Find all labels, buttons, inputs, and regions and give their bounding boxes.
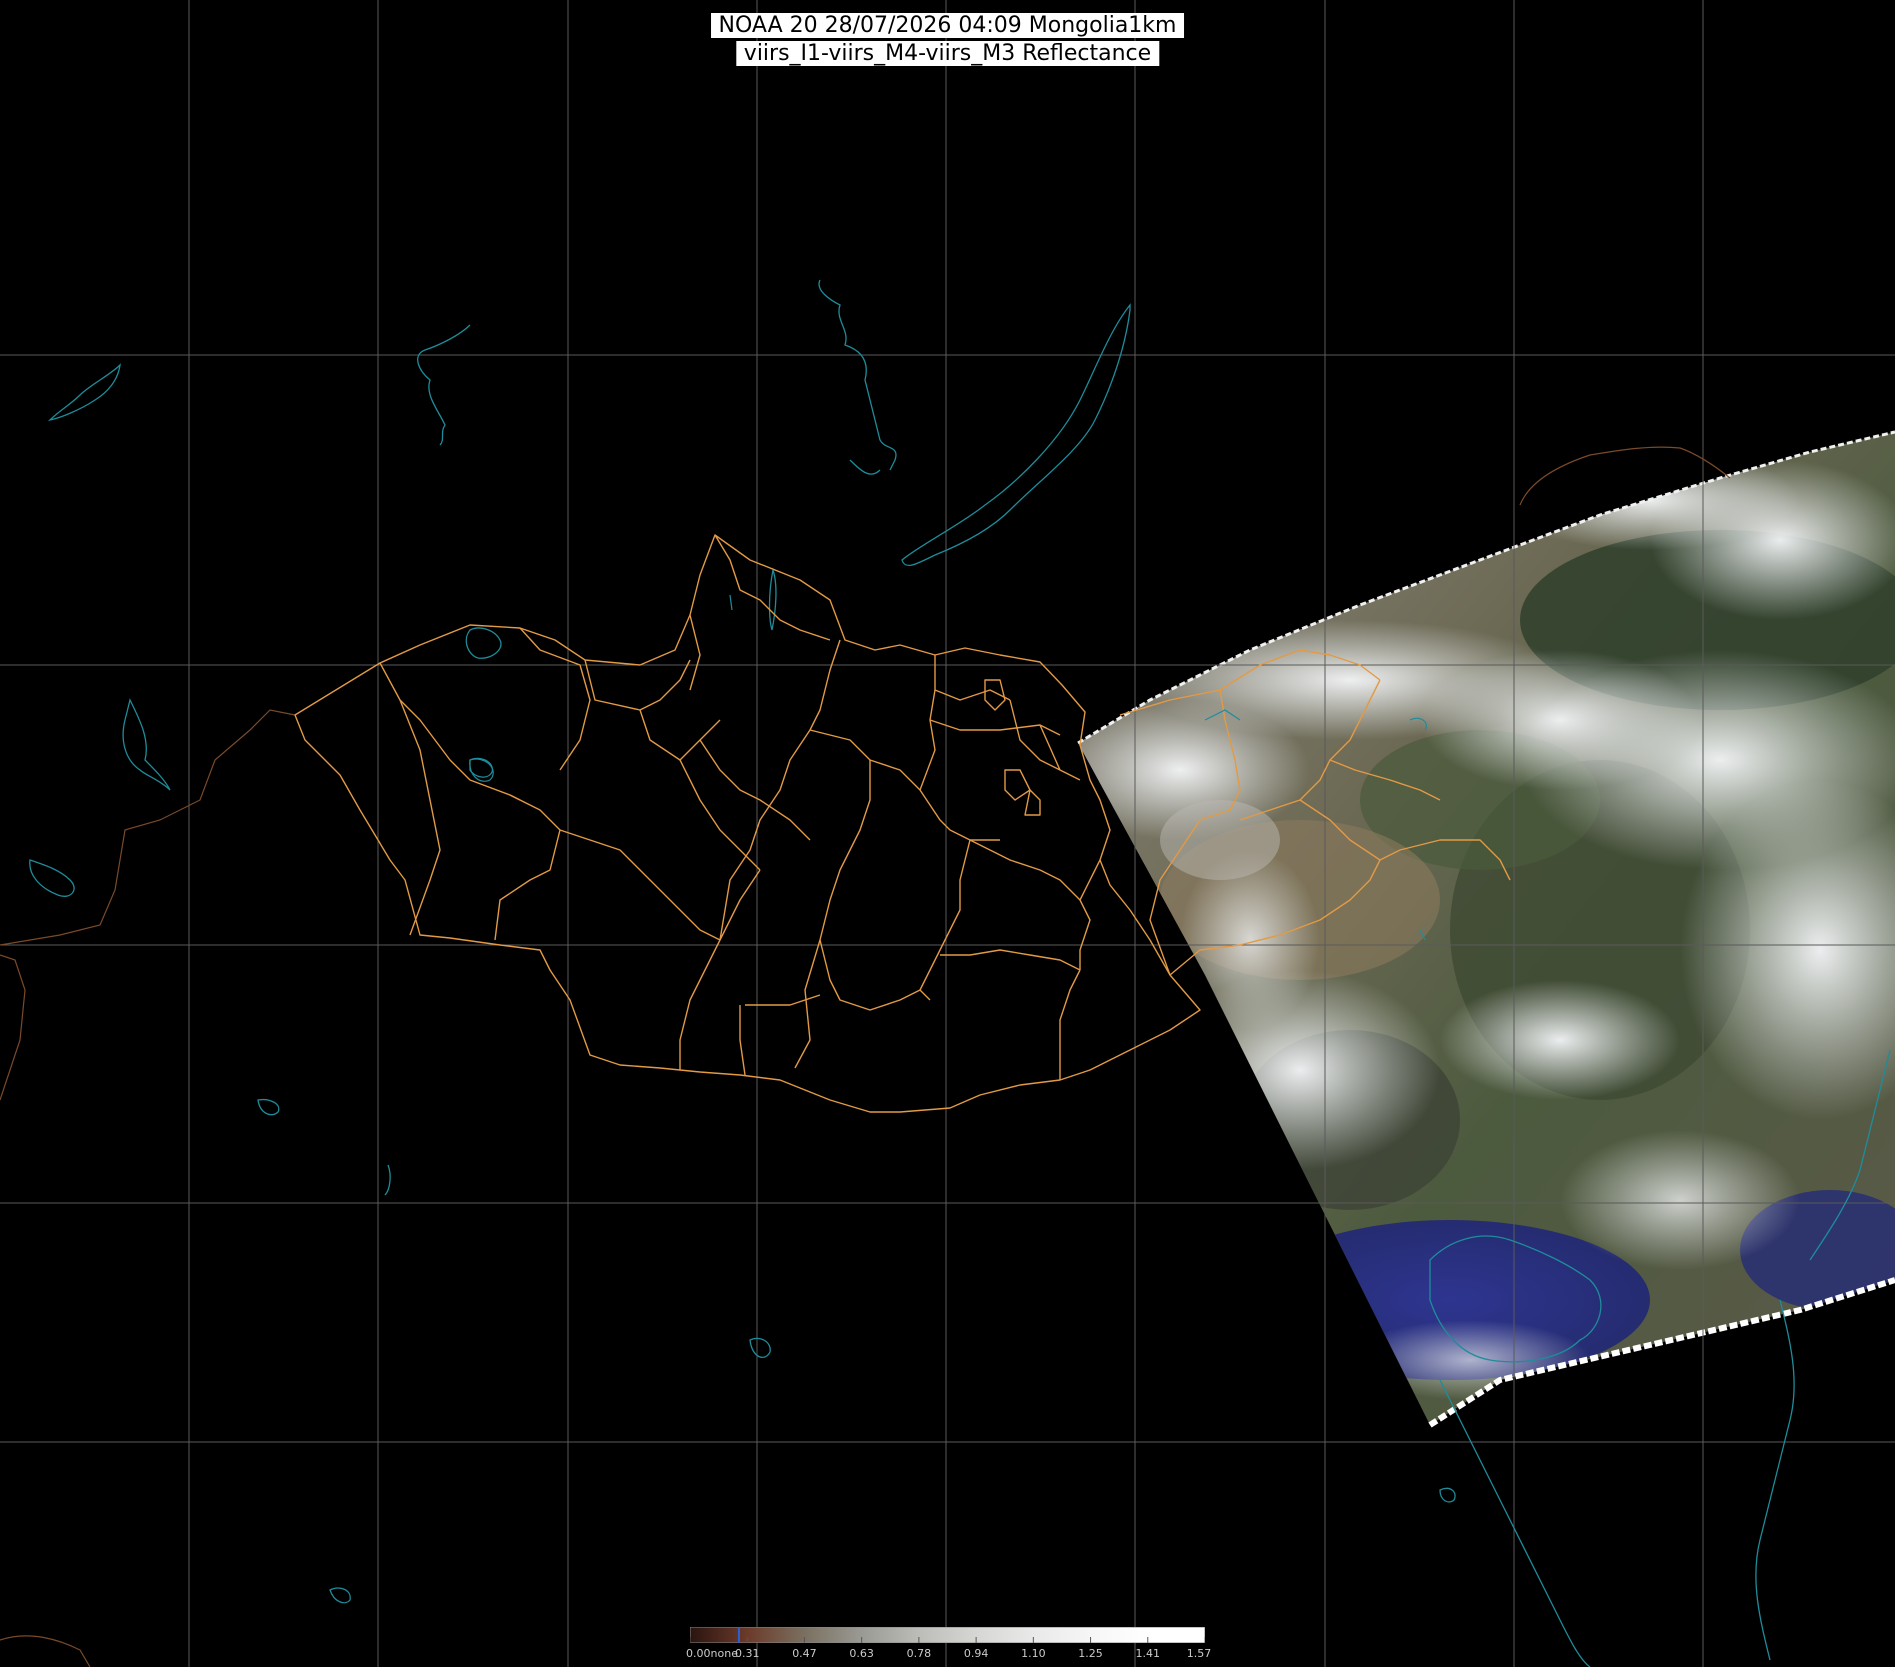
legend-tick-label: 0.00none	[686, 1647, 738, 1660]
korea-coast	[1755, 1299, 1795, 1661]
lake-west-mongolia	[122, 698, 171, 791]
satellite-map	[0, 0, 1895, 1667]
yellow-sea-coast	[1439, 1379, 1591, 1667]
color-legend: 0.00none 0.31 0.47 0.63 0.78 0.94 1.10 1.25 1.41…	[686, 1627, 1211, 1667]
map-title-line-1: NOAA 20 28/07/2026 04:09 Mongolia1km	[710, 13, 1185, 38]
reservoir-west-2	[417, 324, 471, 446]
legend-color-bar	[690, 1627, 1205, 1643]
lake-baikal	[901, 303, 1131, 567]
legend-tick-label: 0.31	[734, 1647, 760, 1660]
legend-gradient	[690, 1627, 1205, 1643]
legend-tick-label: 0.94	[963, 1647, 989, 1660]
lake-khovsgol	[768, 567, 777, 631]
legend-marker	[738, 1627, 740, 1643]
legend-tick-label: 1.57	[1186, 1647, 1212, 1660]
legend-tick-label: 1.25	[1078, 1647, 1103, 1660]
map-title-line-2: viirs_I1-viirs_M4-viirs_M3 Reflectance	[735, 41, 1160, 66]
legend-tick-label: 0.47	[792, 1647, 817, 1660]
lake-uvs	[465, 627, 502, 659]
mongolia-outline	[294, 534, 1201, 1113]
lake-balkhash-area	[29, 859, 75, 897]
lake-west-1	[48, 363, 121, 422]
lake-south-3	[384, 1164, 391, 1196]
island-2	[329, 1587, 351, 1604]
river-yenisei-reservoir	[818, 279, 897, 471]
legend-tick-label: 0.78	[906, 1647, 932, 1660]
lake-south-1	[257, 1098, 280, 1116]
river-angara	[849, 459, 881, 475]
legend-tick-label: 0.63	[849, 1647, 874, 1660]
legend-tick-label: 1.41	[1135, 1647, 1161, 1660]
island-1	[1439, 1487, 1456, 1503]
legend-tick-label: 1.10	[1021, 1647, 1046, 1660]
satellite-swath	[1078, 432, 1895, 1425]
lake-south-2	[749, 1337, 771, 1358]
map-viewport[interactable]: NOAA 20 28/07/2026 04:09 Mongolia1km vii…	[0, 0, 1895, 1667]
